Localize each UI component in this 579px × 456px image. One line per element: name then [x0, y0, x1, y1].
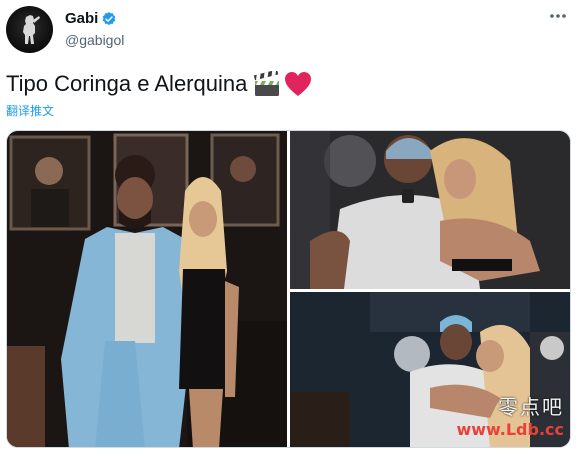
watermark-url: www.Ldb.cc	[456, 420, 564, 439]
author-name-row: Gabi	[65, 10, 117, 27]
clapper-board-emoji	[254, 71, 280, 96]
verified-badge-icon	[103, 11, 116, 25]
tweet-text-body: Tipo Coringa e Alerquina	[6, 71, 248, 96]
author-avatar[interactable]	[6, 6, 53, 53]
photo-couple-portrait[interactable]	[7, 131, 287, 447]
watermark-cn: 零点吧	[498, 395, 564, 419]
photo-1-illustration	[7, 131, 287, 447]
author-handle[interactable]: @gabigol	[65, 32, 124, 48]
media-grid: 零点吧 www.Ldb.cc	[6, 130, 571, 448]
tweet-card: Gabi @gabigol Tipo Coringa e Alerquina 翻…	[0, 0, 579, 456]
photo-2-illustration	[290, 131, 570, 289]
translate-tweet-link[interactable]: 翻译推文	[6, 102, 54, 119]
photo-couple-closeup[interactable]	[290, 131, 570, 289]
more-horizontal-icon[interactable]	[547, 8, 569, 24]
watermark: 零点吧 www.Ldb.cc	[456, 391, 564, 439]
author-display-name[interactable]: Gabi	[65, 10, 98, 27]
avatar-silhouette	[23, 15, 40, 44]
tweet-text: Tipo Coringa e Alerquina	[6, 70, 313, 98]
red-heart-emoji	[285, 72, 312, 96]
